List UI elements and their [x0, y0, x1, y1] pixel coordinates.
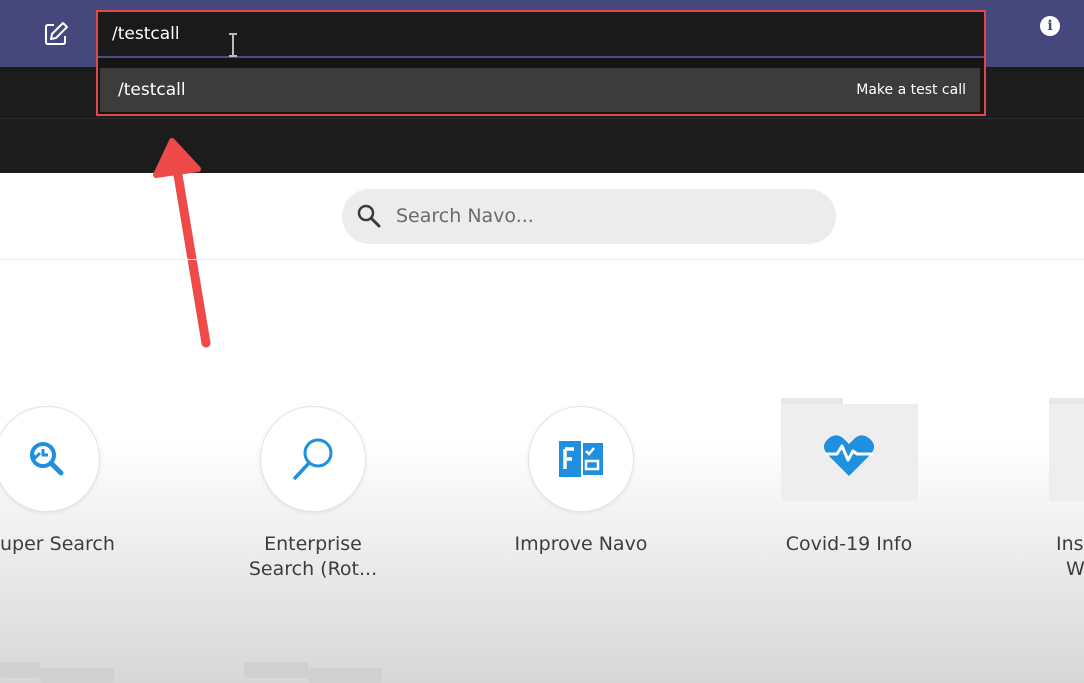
- suggestion-command: /testcall: [118, 80, 186, 100]
- tile-label-enterprise-line1: Enterprise: [264, 533, 362, 555]
- compose-icon[interactable]: [42, 20, 70, 48]
- suggestion-description: Make a test call: [856, 82, 966, 98]
- magnifier-icon: [293, 438, 333, 480]
- search-bar[interactable]: Search Navo...: [342, 189, 836, 244]
- section-divider: [0, 259, 1084, 260]
- command-input-value: /testcall: [112, 24, 180, 44]
- tile-covid-info[interactable]: [781, 404, 918, 501]
- search-icon: [357, 204, 381, 228]
- tile-label-improve-navo: Improve Navo: [514, 533, 648, 555]
- tile-label-partial-line1: Ins: [1056, 533, 1084, 555]
- header-divider: [0, 118, 1084, 119]
- next-row-hint: [40, 668, 114, 683]
- tile-label-covid-info: Covid-19 Info: [785, 533, 913, 555]
- info-icon[interactable]: i: [1040, 16, 1060, 36]
- tile-label-enterprise-line2: Search (Rot...: [248, 558, 378, 580]
- search-placeholder: Search Navo...: [396, 205, 534, 227]
- history-search-icon: [29, 442, 64, 476]
- command-box: /testcall /testcall Make a test call: [96, 10, 986, 116]
- tile-partial[interactable]: [1049, 404, 1084, 501]
- text-cursor-icon: [229, 33, 237, 57]
- next-row-hint: [0, 662, 40, 678]
- tile-improve-navo[interactable]: [528, 406, 634, 512]
- forms-icon: [559, 441, 603, 477]
- next-row-hint: [308, 668, 382, 683]
- heartbeat-icon: [824, 435, 874, 476]
- suggestion-item-testcall[interactable]: /testcall Make a test call: [100, 68, 980, 112]
- tile-enterprise-search[interactable]: [260, 406, 366, 512]
- tile-label-super-search: uper Search: [0, 533, 115, 555]
- next-row-hint: [244, 662, 308, 678]
- command-input[interactable]: /testcall: [98, 12, 984, 58]
- tile-label-partial-line2: W: [1066, 558, 1084, 580]
- red-arrow: [153, 138, 211, 348]
